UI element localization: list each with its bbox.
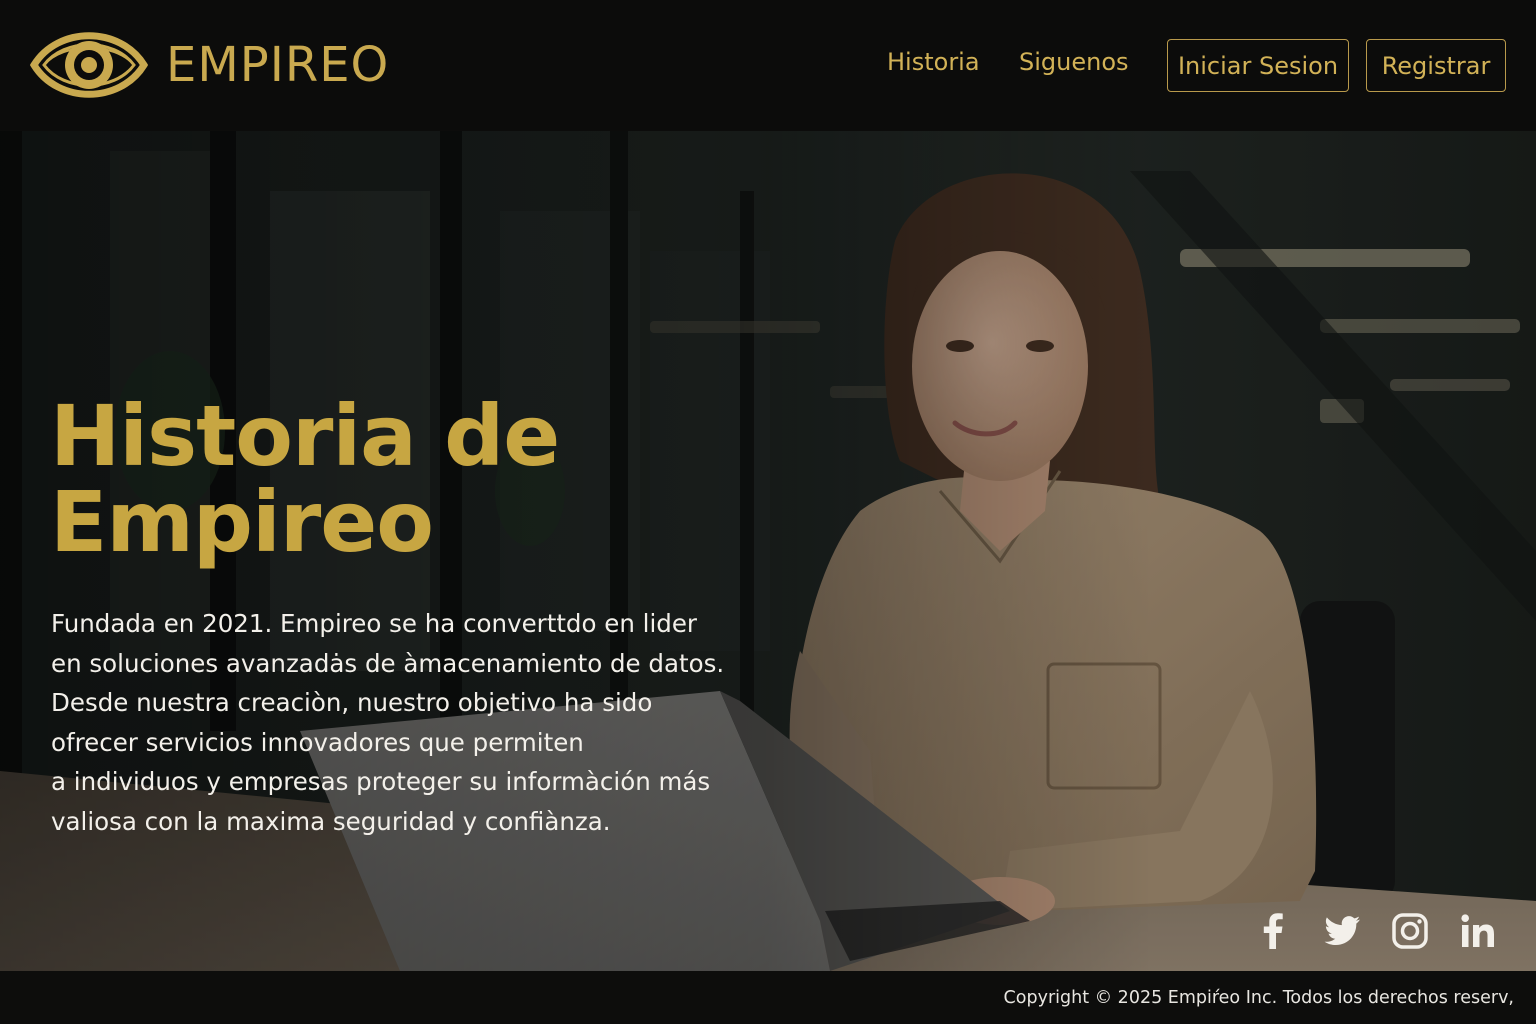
eye-icon [30,32,148,98]
facebook-icon[interactable] [1254,911,1294,951]
hero-title: Historia de Empireo [50,387,560,571]
footer: Copyright © 2025 Empiŕeo Inc. Todos los … [0,971,1536,1024]
nav-link-historia[interactable]: Historia [887,50,980,74]
register-button[interactable]: Registrar [1366,39,1506,92]
instagram-icon[interactable] [1390,911,1430,951]
hero-paragraph-line: Fundada en 2021. Empireo se ha converttd… [51,609,697,638]
hero-paragraph: Fundada en 2021. Empireo se ha converttd… [51,604,741,842]
brand-name: EMPIREO [166,37,390,93]
hero-section: Historia de Empireo Fundada en 2021. Emp… [0,131,1536,971]
nav-link-siguenos[interactable]: Siguenos [1019,50,1129,74]
hero-paragraph-line: ofrecer servicios innovadores que permit… [51,727,584,757]
social-links [1226,911,1498,951]
hero-paragraph-line: a individuos y empresas proteger su info… [51,767,711,797]
hero-paragraph-line: valiosa con la maxima seguridad y confià… [51,806,611,836]
linkedin-icon[interactable] [1458,911,1498,951]
top-navbar: EMPIREO Historia Siguenos Iniciar Sesion… [0,0,1536,131]
twitter-icon[interactable] [1322,911,1362,951]
copyright-text: Copyright © 2025 Empiŕeo Inc. Todos los … [1003,988,1514,1008]
hero-paragraph-line: Desde nuestra creaciòn, nuestro objetivo… [51,688,653,718]
login-button[interactable]: Iniciar Sesion [1167,39,1349,92]
hero-paragraph-line: en soluciones avanzadȧs de àmacenamiento… [51,648,725,678]
brand[interactable]: EMPIREO [30,22,389,108]
